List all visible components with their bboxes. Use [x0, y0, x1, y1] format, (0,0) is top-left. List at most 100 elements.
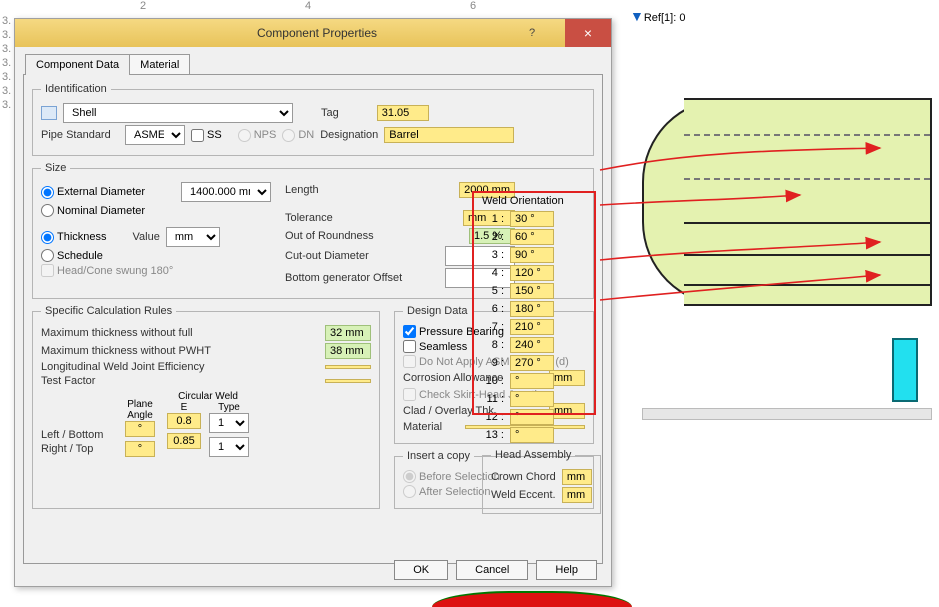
ok-button[interactable]: OK: [394, 560, 448, 580]
weld-row-value[interactable]: °: [510, 373, 554, 389]
dialog-buttons: OK Cancel Help: [394, 560, 597, 580]
model-viewport[interactable]: ▼Ref[1]: 0: [630, 8, 935, 603]
weld-row: 5 :150 °: [482, 283, 592, 299]
weld-row-value[interactable]: 180 °: [510, 301, 554, 317]
calc-rules-group: Specific Calculation Rules Maximum thick…: [32, 305, 380, 509]
weld-row: 8 : 240 °: [482, 337, 592, 353]
weld-row-value[interactable]: 30 °: [510, 211, 554, 227]
weld-row: 1 : 30 °: [482, 211, 592, 227]
swung-checkbox: Head/Cone swung 180°: [41, 264, 173, 277]
weld-row: 3 : 90 °: [482, 247, 592, 263]
lwje-label: Longitudinal Weld Joint Efficiency: [41, 361, 204, 373]
weld-row-value[interactable]: °: [510, 409, 554, 425]
weld-row-num: 12 :: [482, 411, 504, 423]
help-icon[interactable]: ?: [517, 19, 547, 47]
schedule-radio[interactable]: Schedule: [41, 249, 103, 262]
angle-header: Angle: [125, 410, 155, 421]
oor-label: Out of Roundness: [285, 230, 374, 242]
ref-label: ▼Ref[1]: 0: [630, 8, 685, 24]
left-bottom-label: Left / Bottom: [41, 429, 103, 441]
weld-row-num: 1 :: [482, 213, 504, 225]
rt-type-select[interactable]: 1: [209, 437, 249, 457]
lb-type-select[interactable]: 1: [209, 413, 249, 433]
plane-header: Plane: [125, 399, 155, 410]
second-model-peek: [432, 591, 632, 607]
external-diameter-radio[interactable]: External Diameter: [41, 186, 145, 199]
dn-radio[interactable]: DN: [282, 129, 314, 142]
length-label: Length: [285, 184, 319, 196]
weld-row-num: 2 :: [482, 231, 504, 243]
help-button[interactable]: Help: [536, 560, 597, 580]
weld-row-num: 11 :: [482, 393, 504, 405]
tag-value[interactable]: 31.05: [377, 105, 429, 121]
cutout-label: Cut-out Diameter: [285, 250, 369, 262]
shell-icon: [41, 106, 57, 120]
tag-label: Tag: [321, 107, 339, 119]
weld-row-value[interactable]: 210 °: [510, 319, 554, 335]
weld-row-value[interactable]: 270 °: [510, 355, 554, 371]
weld-row-num: 3 :: [482, 249, 504, 261]
tab-component-data[interactable]: Component Data: [25, 54, 130, 75]
e-header: E: [167, 402, 201, 413]
rt-angle[interactable]: °: [125, 441, 155, 457]
weld-row-value[interactable]: 240 °: [510, 337, 554, 353]
weld-row: 13 :°: [482, 427, 592, 443]
pipe-standard-select[interactable]: ASME: [125, 125, 185, 145]
weld-row-value[interactable]: 120 °: [510, 265, 554, 281]
lb-e[interactable]: 0.8: [167, 413, 201, 429]
test-factor-value[interactable]: [325, 379, 371, 383]
vessel-drawing: [642, 98, 932, 306]
weld-row-value[interactable]: 60 °: [510, 229, 554, 245]
right-top-label: Right / Top: [41, 443, 93, 455]
diameter-select[interactable]: 1400.000 mm: [181, 182, 271, 202]
designation-label: Designation: [320, 129, 378, 141]
max-pwht-label: Maximum thickness without PWHT: [41, 345, 211, 357]
thickness-radio[interactable]: Thickness: [41, 231, 107, 244]
close-icon[interactable]: ×: [565, 19, 611, 47]
component-properties-dialog: Component Properties ? × Component Data …: [14, 18, 612, 587]
nominal-diameter-radio[interactable]: Nominal Diameter: [41, 204, 145, 217]
weld-row-value[interactable]: 90 °: [510, 247, 554, 263]
nps-radio[interactable]: NPS: [238, 129, 277, 142]
weld-orientation-label: Weld Orientation: [482, 195, 592, 207]
max-full-value[interactable]: 32 mm: [325, 325, 371, 341]
weld-row-num: 10 :: [482, 375, 504, 387]
weld-orientation-group: Weld Orientation 1 : 30 ° 2 : 60 ° 3 : 90 ° 4 …: [482, 195, 592, 520]
pipe-standard-label: Pipe Standard: [41, 129, 119, 141]
flag-icon: ▼: [630, 8, 644, 24]
cancel-button[interactable]: Cancel: [456, 560, 528, 580]
crown-chord-value[interactable]: mm: [562, 469, 592, 485]
weld-row-num: 8 :: [482, 339, 504, 351]
weld-row: 6 :180 °: [482, 301, 592, 317]
weld-row-num: 7 :: [482, 321, 504, 333]
weld-eccent-value[interactable]: mm: [562, 487, 592, 503]
weld-row: 7 : 210 °: [482, 319, 592, 335]
horizontal-scrollbar[interactable]: [642, 408, 932, 420]
seamless-checkbox[interactable]: Seamless: [403, 340, 467, 353]
weld-row-num: 9 :: [482, 357, 504, 369]
material-label: Material: [403, 421, 442, 433]
weld-row: 2 : 60 °: [482, 229, 592, 245]
weld-row: 4 : 120 °: [482, 265, 592, 281]
head-assembly-group: Head Assembly Crown Chordmm Weld Eccent.…: [482, 449, 601, 514]
weld-row: 10 : °: [482, 373, 592, 389]
weld-row-value[interactable]: 150 °: [510, 283, 554, 299]
lb-angle[interactable]: °: [125, 421, 155, 437]
value-unit-select[interactable]: mm: [166, 227, 220, 247]
rt-e[interactable]: 0.85: [167, 433, 201, 449]
titlebar[interactable]: Component Properties ? ×: [15, 19, 611, 47]
component-type-select[interactable]: Shell: [63, 103, 293, 123]
ss-checkbox[interactable]: SS: [191, 129, 222, 142]
weld-row: 11 : °: [482, 391, 592, 407]
designation-value[interactable]: Barrel: [384, 127, 514, 143]
lwje-value[interactable]: [325, 365, 371, 369]
weld-row-num: 4 :: [482, 267, 504, 279]
weld-row: 12 : °: [482, 409, 592, 425]
tab-strip: Component Data Material: [25, 53, 611, 74]
max-pwht-value[interactable]: 38 mm: [325, 343, 371, 359]
tab-material[interactable]: Material: [129, 54, 190, 75]
weld-row-value[interactable]: °: [510, 427, 554, 443]
after-selection-radio[interactable]: After Selection: [403, 485, 491, 498]
weld-row-value[interactable]: °: [510, 391, 554, 407]
nozzle: [892, 338, 918, 402]
